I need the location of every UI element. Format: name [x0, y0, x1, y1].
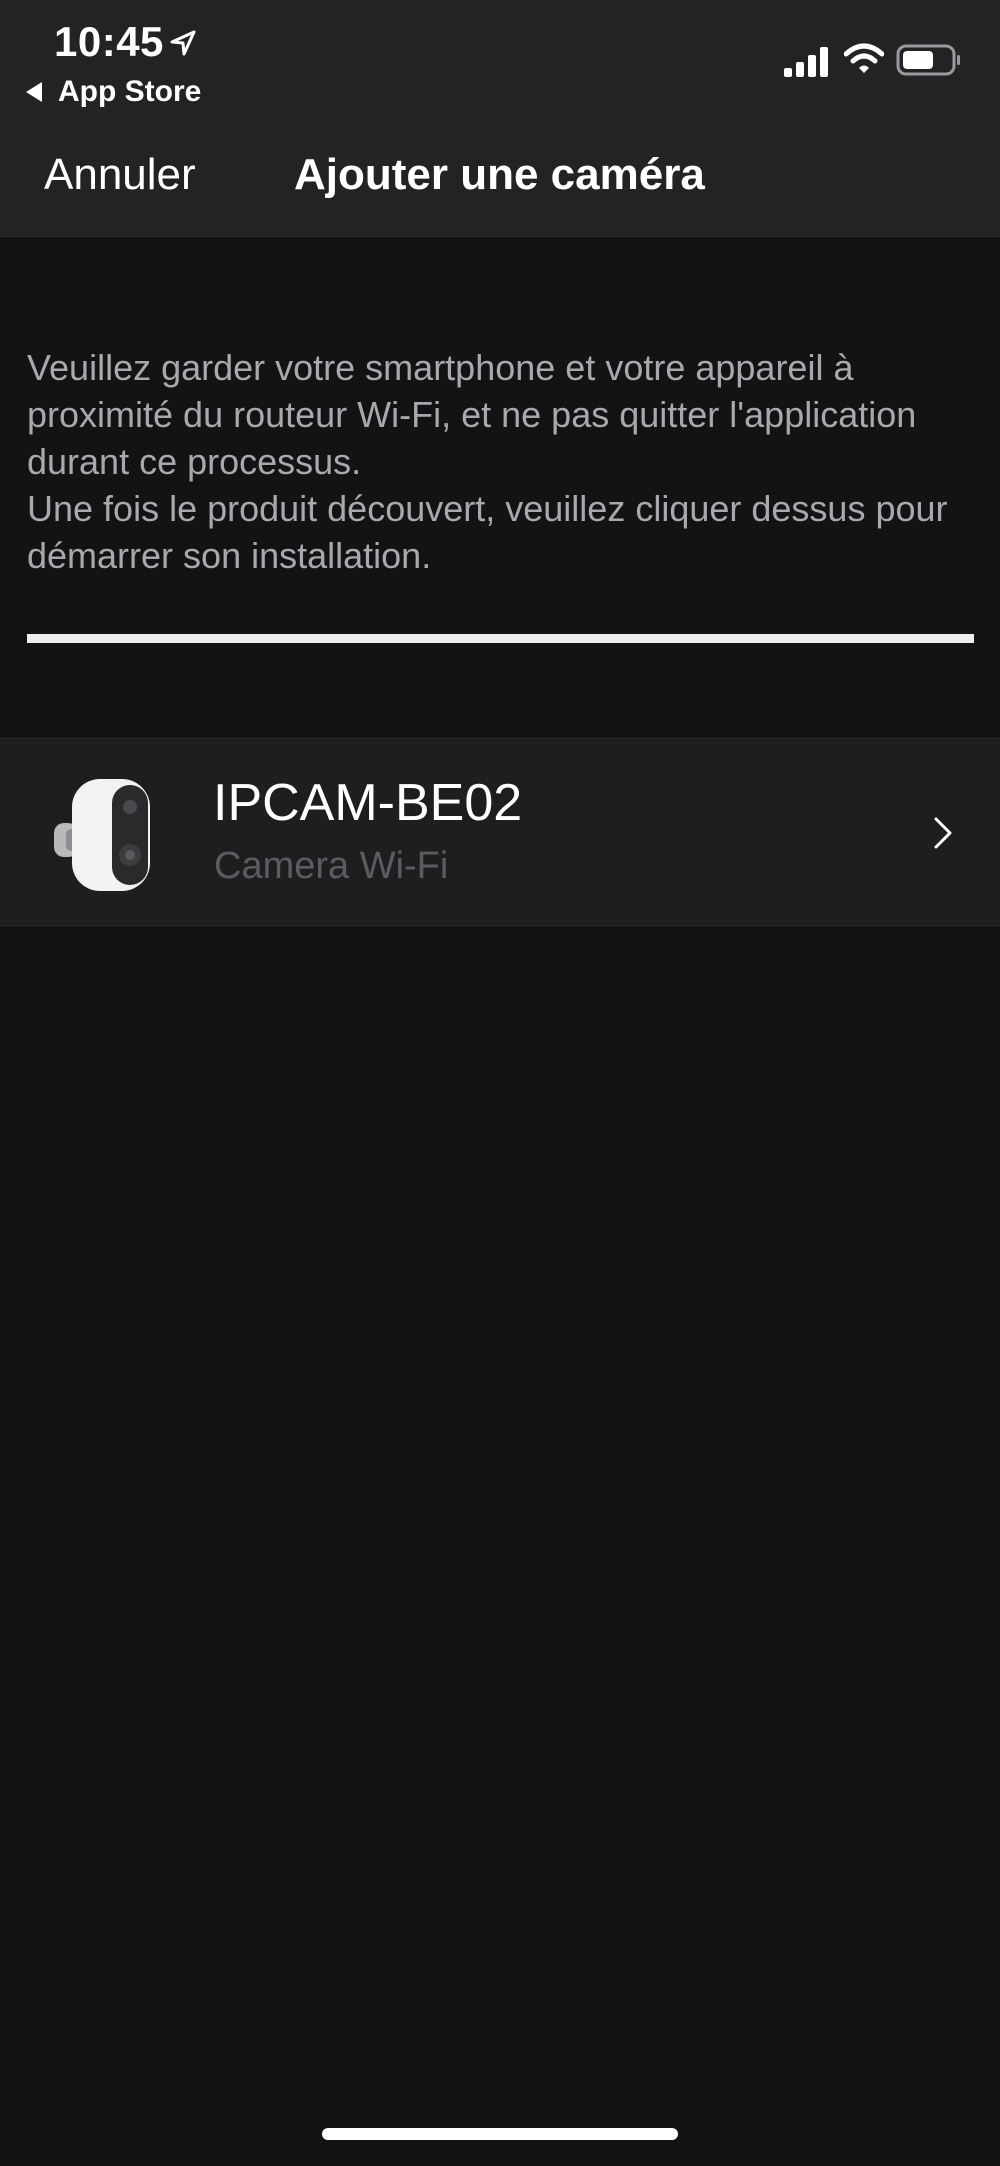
wifi-icon [844, 43, 884, 73]
device-name: IPCAM-BE02 [213, 774, 523, 832]
camera-thumbnail-icon [54, 779, 150, 891]
instructions-text: Veuillez garder votre smartphone et votr… [27, 344, 977, 579]
device-list-item[interactable]: IPCAM-BE02 Camera Wi-Fi [0, 738, 1000, 926]
screen: 10:45 App Store Annuler Ajouter une camé… [0, 0, 1000, 2166]
status-time: 10:45 [54, 18, 164, 65]
back-arrow-icon [26, 82, 42, 102]
cancel-button[interactable]: Annuler [44, 150, 196, 200]
back-to-app-store-button[interactable]: App Store [26, 74, 201, 110]
location-icon [170, 30, 196, 56]
back-app-label: App Store [58, 75, 202, 108]
device-type: Camera Wi-Fi [214, 845, 449, 887]
battery-icon [896, 44, 960, 76]
progress-bar [27, 634, 974, 643]
signal-icon [784, 47, 828, 77]
instructions-line-2: Une fois le produit découvert, veuillez … [27, 488, 948, 576]
top-bar: 10:45 App Store Annuler Ajouter une camé… [0, 0, 1000, 237]
chevron-right-icon [934, 817, 952, 849]
home-indicator[interactable] [322, 2128, 678, 2140]
page-title: Ajouter une caméra [294, 150, 705, 199]
progress-fill [27, 634, 974, 643]
instructions-line-1: Veuillez garder votre smartphone et votr… [27, 347, 917, 482]
